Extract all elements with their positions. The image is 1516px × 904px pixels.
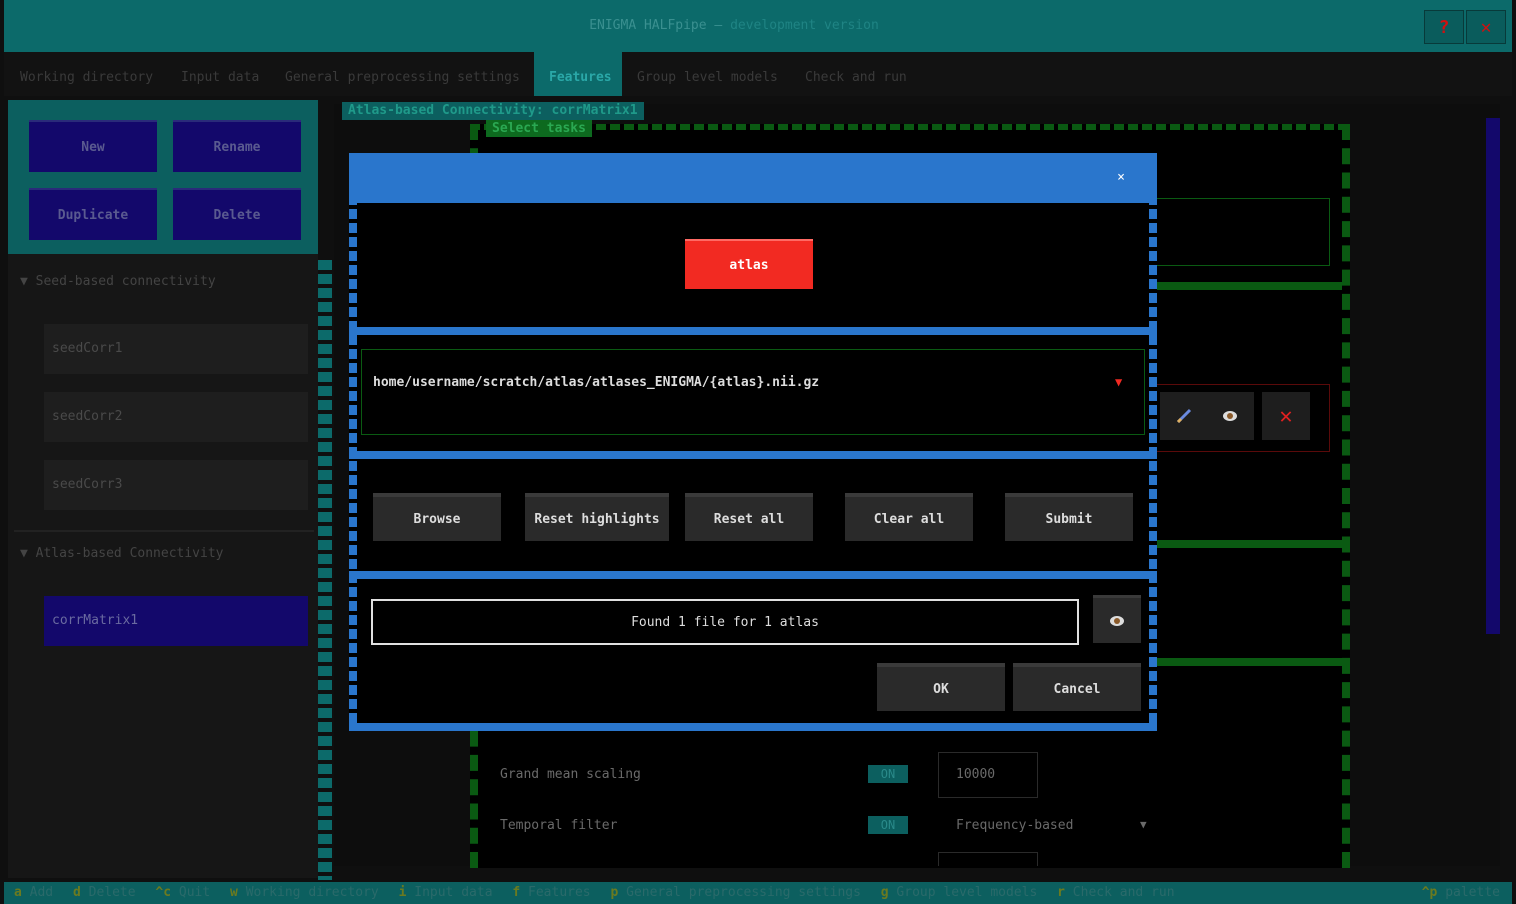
shortcut-general-preprocessing[interactable]: p General preprocessing settings xyxy=(610,885,860,900)
new-button[interactable]: New xyxy=(29,120,157,172)
grand-mean-toggle[interactable]: ON xyxy=(868,765,908,783)
clear-all-button[interactable]: Clear all xyxy=(845,493,973,541)
tab-input-data[interactable]: Input data xyxy=(181,70,259,85)
shortcut-working-directory[interactable]: w Working directory xyxy=(230,885,379,900)
close-icon: ✕ xyxy=(1480,16,1492,38)
shortcut-palette[interactable]: ^p palette xyxy=(1422,882,1500,904)
path-pattern-input[interactable] xyxy=(361,349,1145,435)
app-header: ENIGMA HALFpipe — development version ? … xyxy=(4,0,1512,52)
select-tasks-label: Select tasks xyxy=(486,120,592,137)
shortcut-input-data[interactable]: i Input data xyxy=(399,885,493,900)
edit-icon[interactable] xyxy=(1160,392,1208,440)
temporal-filter-chevron-icon[interactable]: ▼ xyxy=(1140,818,1147,831)
eye-icon xyxy=(1110,615,1124,626)
status-bar: a Add d Delete ^c Quit w Working directo… xyxy=(4,882,1512,904)
submit-button[interactable]: Submit xyxy=(1005,493,1133,541)
dialog-separator-2 xyxy=(349,451,1157,459)
bg-next-input xyxy=(938,852,1038,866)
sidebar-border xyxy=(318,260,332,880)
tab-general-preprocessing[interactable]: General preprocessing settings xyxy=(285,70,520,85)
tab-features[interactable]: Features xyxy=(549,70,612,85)
app-subtitle: development version xyxy=(730,18,879,33)
main-scrollbar[interactable] xyxy=(1486,118,1500,634)
help-icon: ? xyxy=(1438,16,1450,38)
sidebar-item-seedcorr1[interactable]: seedCorr1 xyxy=(44,324,308,374)
preview-files-button[interactable] xyxy=(1093,595,1141,643)
browse-button[interactable]: Browse xyxy=(373,493,501,541)
tab-working-directory[interactable]: Working directory xyxy=(20,70,153,85)
shortcut-check-and-run[interactable]: r Check and run xyxy=(1057,885,1174,900)
temporal-filter-label: Temporal filter xyxy=(500,818,618,833)
card-top-border xyxy=(470,124,1350,130)
app-title-text: ENIGMA HALFpipe — xyxy=(589,18,723,33)
reset-all-button[interactable]: Reset all xyxy=(685,493,813,541)
view-eye-icon[interactable] xyxy=(1206,392,1254,440)
dialog-bottom-border xyxy=(349,723,1157,731)
dialog-left-border xyxy=(349,153,357,731)
remove-icon[interactable]: ✕ xyxy=(1262,392,1310,440)
sidebar-divider xyxy=(14,530,314,532)
dialog-titlebar: × xyxy=(349,153,1157,203)
reset-highlights-button[interactable]: Reset highlights xyxy=(525,493,669,541)
section-seed-based[interactable]: ▼ Seed-based connectivity xyxy=(20,274,216,289)
section-atlas-based[interactable]: ▼ Atlas-based Connectivity xyxy=(20,546,224,561)
dialog-right-border xyxy=(1149,153,1157,731)
ok-button[interactable]: OK xyxy=(877,663,1005,711)
path-dropdown-icon[interactable]: ▼ xyxy=(1115,375,1122,389)
temporal-filter-value[interactable]: Frequency-based xyxy=(956,818,1073,833)
rename-button[interactable]: Rename xyxy=(173,120,301,172)
help-button[interactable]: ? xyxy=(1424,10,1464,44)
shortcut-delete[interactable]: d Delete xyxy=(73,885,136,900)
tab-bar: Working directory Input data General pre… xyxy=(4,52,1512,96)
app-title: ENIGMA HALFpipe — development version xyxy=(4,0,1464,52)
tab-group-level-models[interactable]: Group level models xyxy=(637,70,778,85)
path-pattern-value: home/username/scratch/atlas/atlases_ENIG… xyxy=(373,375,820,390)
shortcut-quit[interactable]: ^c Quit xyxy=(155,885,210,900)
temporal-filter-toggle[interactable]: ON xyxy=(868,816,908,834)
found-files-text: Found 1 file for 1 atlas xyxy=(631,614,819,630)
grand-mean-label: Grand mean scaling xyxy=(500,767,641,782)
grand-mean-value: 10000 xyxy=(956,767,996,782)
delete-button[interactable]: Delete xyxy=(173,188,301,240)
panel-title: Atlas-based Connectivity: corrMatrix1 xyxy=(342,102,644,120)
cancel-button[interactable]: Cancel xyxy=(1013,663,1141,711)
tab-check-and-run[interactable]: Check and run xyxy=(805,70,907,85)
sidebar-item-corrmatrix1[interactable]: corrMatrix1 xyxy=(44,596,308,646)
shortcut-add[interactable]: a Add xyxy=(14,885,53,900)
close-app-button[interactable]: ✕ xyxy=(1466,10,1506,44)
atlas-tag[interactable]: atlas xyxy=(685,239,813,289)
sidebar-item-seedcorr2[interactable]: seedCorr2 xyxy=(44,392,308,442)
dialog-separator-3 xyxy=(349,571,1157,579)
shortcut-features[interactable]: f Features xyxy=(512,885,590,900)
shortcut-group-level-models[interactable]: g Group level models xyxy=(881,885,1038,900)
atlas-file-dialog: × atlas home/username/scratch/atlas/atla… xyxy=(349,153,1157,731)
sidebar-item-seedcorr3[interactable]: seedCorr3 xyxy=(44,460,308,510)
found-files-status: Found 1 file for 1 atlas xyxy=(371,599,1079,645)
dialog-separator-1 xyxy=(349,327,1157,335)
duplicate-button[interactable]: Duplicate xyxy=(29,188,157,240)
dialog-close-icon[interactable]: × xyxy=(1113,169,1129,187)
